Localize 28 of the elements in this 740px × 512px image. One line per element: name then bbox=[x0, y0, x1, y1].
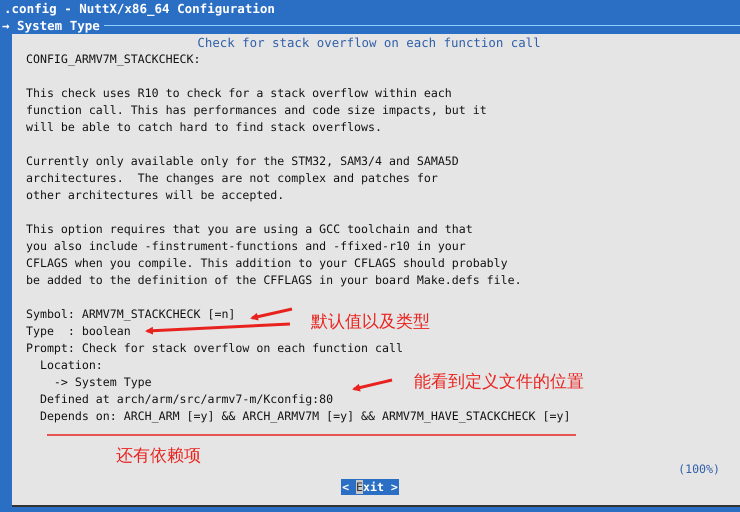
help-text-line: This option requires that you are using a GCC toolchain and that bbox=[26, 221, 473, 238]
help-text-line: Depends on: ARCH_ARM [=y] && ARCH_ARMV7M [=y] && ARMV7M_HAVE_STACKCHECK [=y] bbox=[38, 408, 570, 425]
help-text-line: CONFIG_ARMV7M_STACKCHECK: bbox=[26, 51, 201, 68]
dialog-title: Check for stack overflow on each function call bbox=[197, 35, 541, 50]
help-text-line: -> System Type bbox=[52, 374, 152, 391]
annotation-arrow bbox=[250, 308, 292, 321]
help-text-line: Symbol: ARMV7M_STACKCHECK [=n] bbox=[26, 306, 236, 323]
help-text-line: architectures. The changes are not complex and patches for bbox=[26, 170, 438, 187]
breadcrumb: → System Type bbox=[2, 18, 100, 33]
annotation-arrow bbox=[352, 378, 392, 392]
scroll-percentage: (100%) bbox=[678, 461, 720, 478]
annotation-note: 能看到定义文件的位置 bbox=[414, 371, 584, 393]
help-text-line: Prompt: Check for stack overflow on each function call bbox=[26, 340, 403, 357]
annotation-note: 还有依赖项 bbox=[116, 445, 201, 467]
help-text-line: Defined at arch/arm/src/armv7-m/Kconfig:80 bbox=[38, 391, 334, 408]
window-title: .config - NuttX/x86_64 Configuration bbox=[4, 1, 275, 16]
help-text-line: be added to the definition of the CFFLAGS in your board Make.defs file. bbox=[26, 272, 522, 289]
help-text-line: function call. This has performances and code size impacts, but it bbox=[26, 102, 487, 119]
help-text-line: will be able to catch hard to find stack overflows. bbox=[26, 119, 382, 136]
help-text-line: This check uses R10 to check for a stack overflow within each bbox=[26, 85, 452, 102]
annotation-note: 默认值以及类型 bbox=[311, 311, 430, 333]
help-text-line: other architectures will be accepted. bbox=[26, 187, 284, 204]
help-text-line: Currently only available only for the STM32, SAM3/4 and SAMA5D bbox=[26, 153, 459, 170]
help-text-line: Location: bbox=[38, 357, 103, 374]
help-text-line: CFLAGS when you compile. This addition to your CFLAGS should probably bbox=[26, 255, 508, 272]
help-text-line: Type : boolean bbox=[26, 323, 131, 340]
help-text-line: you also include -finstrument-functions and -ffixed-r10 in your bbox=[26, 238, 466, 255]
exit-button[interactable]: < Exit > bbox=[341, 479, 399, 495]
